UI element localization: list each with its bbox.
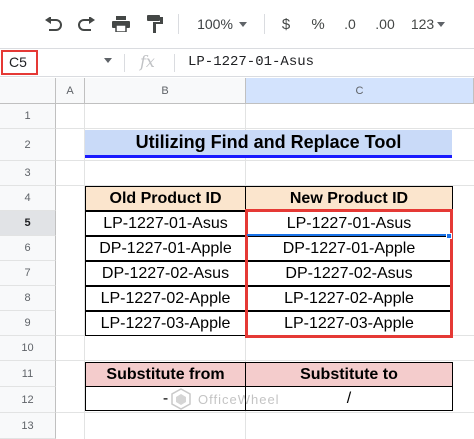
toolbar-separator (178, 14, 179, 34)
substitute-to-header[interactable]: Substitute to (245, 362, 453, 387)
name-box[interactable]: C5 (1, 50, 38, 75)
more-formats-label: 123 (410, 16, 435, 32)
table-cell-old-id[interactable]: LP-1227-01-Asus (85, 211, 246, 236)
row-header[interactable]: 1 (0, 104, 56, 129)
decrease-decimal-label: .0 (344, 16, 356, 32)
formula-bar-separator (174, 54, 175, 72)
gridline (56, 360, 474, 361)
gridline (56, 160, 474, 161)
table-cell-old-id[interactable]: LP-1227-02-Apple (85, 286, 246, 311)
decrease-decimal-button[interactable]: .0 (338, 10, 362, 38)
currency-label: $ (281, 15, 291, 33)
more-formats-button[interactable]: 123 (408, 10, 448, 38)
row-header[interactable]: 11 (0, 361, 56, 387)
row-header[interactable]: 2 (0, 129, 56, 161)
select-all-corner[interactable] (0, 78, 56, 104)
row-header[interactable]: 9 (0, 311, 56, 336)
row-header[interactable]: 4 (0, 186, 56, 211)
percent-format-button[interactable]: % (308, 10, 328, 38)
formula-input[interactable]: LP-1227-01-Asus (188, 54, 314, 70)
table-cell-new-id[interactable]: LP-1227-01-Asus (245, 211, 453, 236)
column-header-a[interactable]: A (56, 78, 85, 104)
fx-icon: fx (140, 52, 155, 71)
row-header[interactable]: 8 (0, 286, 56, 311)
formula-bar: C5 fx LP-1227-01-Asus (0, 48, 474, 77)
table-header-old-id[interactable]: Old Product ID (85, 186, 246, 211)
table-cell-new-id[interactable]: LP-1227-03-Apple (245, 311, 453, 336)
percent-label: % (311, 15, 325, 33)
chevron-down-icon (437, 21, 446, 27)
increase-decimal-label: .00 (375, 16, 395, 32)
formula-bar-separator (124, 54, 125, 72)
row-header[interactable]: 12 (0, 387, 56, 413)
zoom-select[interactable]: 100% (190, 10, 254, 38)
row-header[interactable]: 7 (0, 261, 56, 286)
table-cell-old-id[interactable]: DP-1227-02-Asus (85, 261, 246, 286)
row-header[interactable]: 10 (0, 336, 56, 361)
toolbar-separator (264, 14, 265, 34)
table-cell-old-id[interactable]: DP-1227-01-Apple (85, 236, 246, 261)
row-header[interactable]: 3 (0, 161, 56, 186)
redo-icon[interactable] (74, 10, 100, 38)
print-icon[interactable] (108, 10, 134, 38)
gridline (56, 128, 474, 129)
increase-decimal-button[interactable]: .00 (368, 10, 402, 38)
row-header[interactable]: 5 (0, 211, 56, 236)
substitute-to-value[interactable]: / (245, 386, 453, 411)
table-header-new-id[interactable]: New Product ID (245, 186, 453, 211)
row-header[interactable]: 6 (0, 236, 56, 261)
fill-handle[interactable] (446, 233, 452, 239)
paint-format-icon[interactable] (142, 10, 168, 38)
table-cell-new-id[interactable]: LP-1227-02-Apple (245, 286, 453, 311)
chevron-down-icon[interactable] (104, 58, 112, 63)
substitute-from-value[interactable]: - (85, 386, 246, 411)
table-cell-new-id[interactable]: DP-1227-02-Asus (245, 261, 453, 286)
column-header-b[interactable]: B (85, 78, 246, 104)
column-header-c[interactable]: C (246, 78, 474, 104)
substitute-from-header[interactable]: Substitute from (85, 362, 246, 387)
sheet-title[interactable]: Utilizing Find and Replace Tool (85, 130, 452, 158)
undo-icon[interactable] (40, 10, 66, 38)
toolbar: 100% $ % .0 .00 123 (0, 0, 474, 48)
chevron-down-icon (238, 21, 247, 27)
currency-format-button[interactable]: $ (276, 10, 296, 38)
row-header[interactable]: 13 (0, 413, 56, 439)
zoom-value: 100% (197, 16, 233, 32)
table-cell-new-id[interactable]: DP-1227-01-Apple (245, 236, 453, 261)
gridline (56, 412, 474, 413)
table-cell-old-id[interactable]: LP-1227-03-Apple (85, 311, 246, 336)
